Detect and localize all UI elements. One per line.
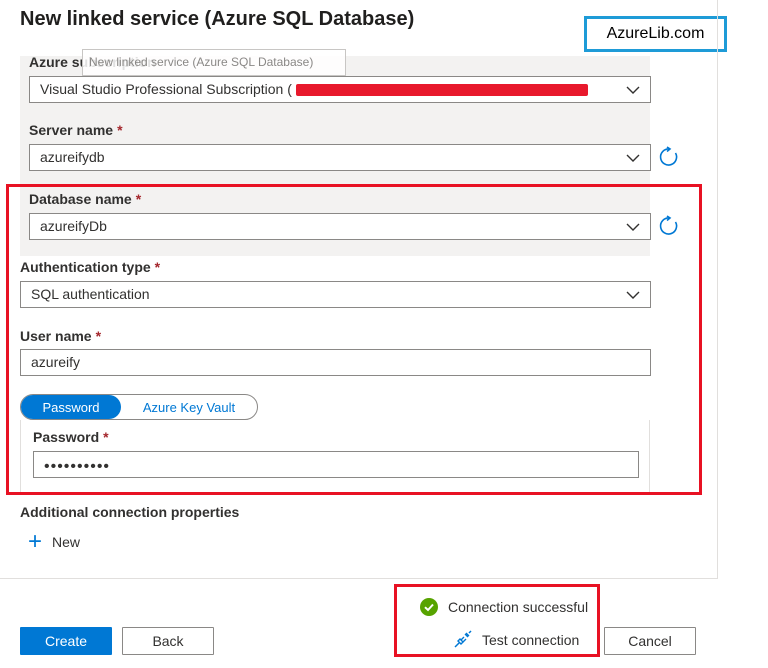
- server-label: Server name *: [29, 122, 123, 138]
- create-button[interactable]: Create: [20, 627, 112, 655]
- subscription-dropdown[interactable]: Visual Studio Professional Subscription …: [29, 76, 651, 103]
- chevron-down-icon: [626, 83, 640, 97]
- dialog-title: New linked service (Azure SQL Database): [20, 8, 415, 30]
- cancel-button[interactable]: Cancel: [604, 627, 696, 655]
- test-connection-label: Test connection: [482, 632, 580, 648]
- annotation-box-credentials: [6, 184, 702, 495]
- server-value: azureifydb: [40, 149, 105, 165]
- chevron-down-icon: [626, 151, 640, 165]
- additional-properties-label: Additional connection properties: [20, 504, 240, 520]
- refresh-icon[interactable]: [658, 146, 680, 168]
- tooltip: New linked service (Azure SQL Database): [82, 49, 346, 76]
- check-circle-icon: [420, 598, 438, 616]
- subscription-value: Visual Studio Professional Subscription …: [40, 81, 292, 97]
- server-label-text: Server name: [29, 122, 114, 138]
- server-dropdown[interactable]: azureifydb: [29, 144, 651, 171]
- add-property-button[interactable]: + New: [28, 528, 81, 555]
- connection-status: Connection successful: [420, 598, 588, 616]
- watermark-badge: AzureLib.com: [584, 16, 727, 52]
- back-button[interactable]: Back: [122, 627, 214, 655]
- status-text: Connection successful: [448, 599, 589, 615]
- test-connection-button[interactable]: Test connection: [452, 630, 579, 650]
- plus-icon: +: [28, 528, 43, 555]
- footer-divider: [0, 578, 718, 579]
- required-marker: *: [117, 122, 123, 138]
- redaction-mark: [295, 84, 588, 97]
- plug-icon: [454, 630, 472, 648]
- scroll-divider: [717, 0, 718, 578]
- new-label: New: [52, 534, 81, 550]
